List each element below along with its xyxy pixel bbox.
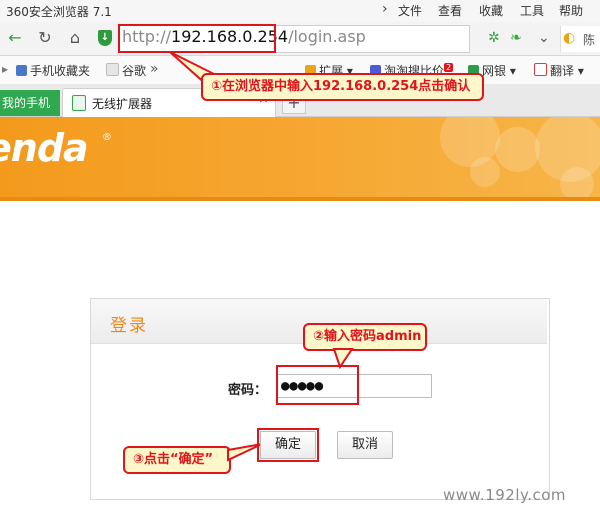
bookmark-google[interactable]: 谷歌 xyxy=(106,62,146,79)
decor-circle xyxy=(495,127,540,172)
bookmark-label: 翻译 xyxy=(550,64,575,78)
green-spinner-icon[interactable]: ✲ xyxy=(488,30,500,46)
window-title: 360安全浏览器 7.1 xyxy=(6,5,112,19)
home-icon[interactable]: ⌂ xyxy=(64,28,86,48)
annotation-step1: ①在浏览器中输入192.168.0.254点击确认 xyxy=(201,73,484,101)
leaf-icon[interactable]: ❧ xyxy=(510,30,522,46)
shield-icon[interactable]: ↓ xyxy=(98,30,112,46)
bookmark-label: 网银 xyxy=(482,64,507,78)
translate-icon xyxy=(534,63,547,76)
ok-highlight-box xyxy=(257,428,319,462)
decor-circle xyxy=(470,157,500,187)
page-icon xyxy=(106,63,119,76)
mobile-icon xyxy=(16,65,27,76)
bookmark-marker-icon: ▸ xyxy=(2,62,9,76)
tab-label: 无线扩展器 xyxy=(92,97,153,111)
search-hint: 陈 xyxy=(583,33,596,47)
page-icon xyxy=(72,95,86,111)
search-icon[interactable]: ◐ xyxy=(563,30,575,46)
tab-my-phone[interactable]: 我的手机 xyxy=(0,90,60,116)
chevron-down-icon[interactable]: ⌄ xyxy=(538,30,550,46)
bookmark-translate[interactable]: 翻译 ▾ xyxy=(534,62,584,79)
brand-banner xyxy=(0,117,600,197)
bookmark-label: 手机收藏夹 xyxy=(30,64,91,78)
cancel-button[interactable]: 取消 xyxy=(337,431,393,459)
annotation-step3: ③点击“确定” xyxy=(123,446,231,474)
menu-help[interactable]: 帮助 xyxy=(559,2,583,19)
password-label: 密码： xyxy=(228,383,268,398)
reload-icon[interactable]: ↻ xyxy=(34,28,56,48)
bookmark-label: 谷歌 xyxy=(122,64,147,78)
url-path: /login.asp xyxy=(288,27,366,46)
password-highlight-box xyxy=(276,365,359,405)
badge-count: 2 xyxy=(444,63,454,72)
banner-divider xyxy=(0,197,600,201)
watermark: www.192ly.com xyxy=(443,486,567,504)
login-title: 登录 xyxy=(110,316,148,336)
menu-view[interactable]: 查看 xyxy=(438,2,462,19)
registered-mark: ® xyxy=(102,132,112,143)
menu-favorites[interactable]: 收藏 xyxy=(479,2,503,19)
chevron-right-icon[interactable]: › xyxy=(382,1,388,17)
menu-tools[interactable]: 工具 xyxy=(520,2,544,19)
bookmark-mobile[interactable]: 手机收藏夹 xyxy=(16,62,90,79)
menu-file[interactable]: 文件 xyxy=(398,2,422,19)
back-arrow-icon[interactable]: ← xyxy=(4,28,26,48)
tenda-logo: enda xyxy=(0,126,89,170)
annotation-step2: ②输入密码admin xyxy=(303,323,427,351)
decor-circle xyxy=(560,167,594,197)
